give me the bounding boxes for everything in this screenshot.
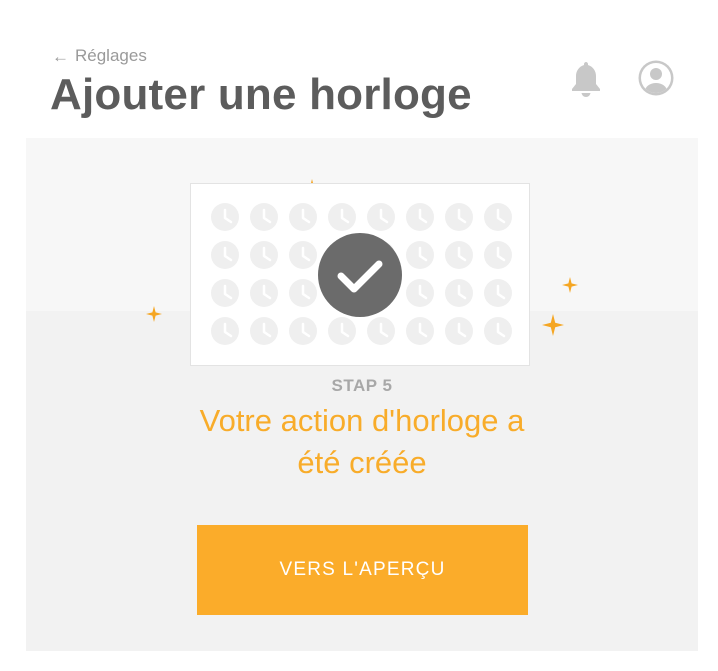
step-title: Votre action d'horloge a été créée xyxy=(162,400,562,484)
bell-icon xyxy=(572,62,600,97)
sparkle-icon xyxy=(562,277,578,297)
clock-icon xyxy=(328,203,356,231)
app-window: ← Réglages Ajouter une horloge STAP 5 Vo… xyxy=(26,20,698,651)
clock-icon xyxy=(367,317,395,345)
clock-icon xyxy=(445,279,473,307)
clock-icon xyxy=(289,203,317,231)
clock-icon xyxy=(367,203,395,231)
clock-icon xyxy=(406,203,434,231)
clock-icon xyxy=(289,317,317,345)
step-title-line-2: été créée xyxy=(297,445,427,480)
clock-icon xyxy=(211,279,239,307)
clock-icon xyxy=(250,203,278,231)
clock-icon xyxy=(484,279,512,307)
clock-icon xyxy=(289,241,317,269)
clock-icon xyxy=(406,241,434,269)
user-avatar-icon xyxy=(638,60,674,96)
clock-icon xyxy=(328,317,356,345)
back-link-reglages[interactable]: ← Réglages xyxy=(52,46,147,66)
clock-icon xyxy=(211,317,239,345)
clock-icon xyxy=(484,203,512,231)
clock-icon xyxy=(445,241,473,269)
clock-icon xyxy=(406,317,434,345)
clock-icon xyxy=(211,203,239,231)
step-title-line-1: Votre action d'horloge a xyxy=(199,403,525,438)
sparkle-icon xyxy=(146,306,162,326)
clock-icon xyxy=(484,317,512,345)
header: ← Réglages Ajouter une horloge xyxy=(26,20,698,138)
clock-icon xyxy=(211,241,239,269)
user-avatar-button[interactable] xyxy=(638,60,674,96)
checkmark-icon xyxy=(318,233,402,317)
clock-icon xyxy=(445,203,473,231)
clock-icon xyxy=(250,241,278,269)
content-panel: STAP 5 Votre action d'horloge a été créé… xyxy=(26,138,698,651)
go-to-overview-button[interactable]: VERS L'APERÇU xyxy=(197,525,528,615)
arrow-left-icon: ← xyxy=(52,46,69,66)
clock-icon xyxy=(406,279,434,307)
clock-grid-illustration xyxy=(190,183,530,366)
notifications-button[interactable] xyxy=(569,60,603,98)
clock-icon xyxy=(445,317,473,345)
clock-icon xyxy=(484,241,512,269)
page-title: Ajouter une horloge xyxy=(50,70,472,119)
clock-icon xyxy=(250,279,278,307)
back-link-label: Réglages xyxy=(75,46,147,65)
clock-icon xyxy=(250,317,278,345)
clock-icon xyxy=(289,279,317,307)
sparkle-icon xyxy=(542,314,564,340)
step-label: STAP 5 xyxy=(331,376,393,395)
